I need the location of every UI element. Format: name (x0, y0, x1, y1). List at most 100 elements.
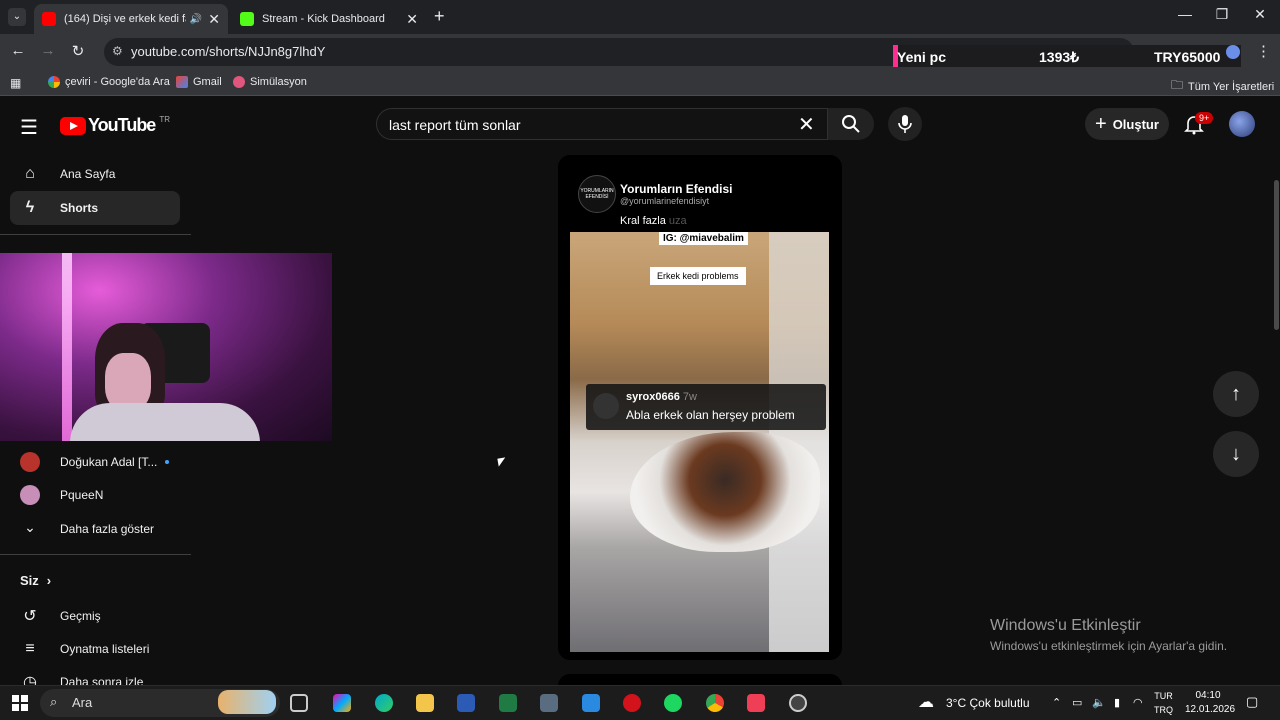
account-avatar[interactable] (1229, 111, 1255, 137)
sidebar-subscription[interactable]: Doğukan Adal [T... (20, 452, 170, 472)
search-highlight-icon (218, 690, 276, 714)
network-icon[interactable]: ◠ (1133, 696, 1143, 709)
word-icon[interactable] (457, 694, 475, 712)
channel-name: Doğukan Adal [T... (60, 455, 158, 469)
streamer-shirt (70, 403, 260, 441)
sidebar-divider (0, 554, 191, 555)
streamer-webcam (0, 253, 332, 441)
comment-age: 7w (682, 391, 697, 403)
calculator-icon[interactable] (540, 694, 558, 712)
youtube-logo[interactable]: YouTube TR (60, 115, 170, 136)
sidebar-item-playlists[interactable]: ≡ Oynatma listeleri (10, 632, 180, 666)
speaker-icon[interactable]: 🔊 (190, 14, 202, 25)
file-explorer-icon[interactable] (416, 694, 434, 712)
new-tab-button[interactable]: + (434, 6, 445, 27)
pocket-icon[interactable] (747, 694, 765, 712)
short-video[interactable]: IG: @miavebalim Erkek kedi problems syro… (570, 232, 829, 652)
minimize-icon[interactable]: — (1175, 6, 1195, 22)
back-icon[interactable]: ← (8, 42, 28, 59)
tab-list-button[interactable]: ⌄ (8, 8, 26, 26)
microphone-icon[interactable]: ▮ (1114, 696, 1120, 709)
url-text: youtube.com/shorts/NJJn8g7lhdY (131, 44, 326, 59)
show-more-button[interactable]: ⌄ Daha fazla göster (20, 519, 154, 539)
chrome-icon[interactable] (706, 694, 724, 712)
store-icon[interactable] (582, 694, 600, 712)
all-bookmarks[interactable]: 🗀 Tüm Yer İşaretleri (1171, 76, 1274, 97)
bookmark-label: çeviri - Google'da Ara (65, 76, 170, 88)
comment-user: syrox0666 (626, 391, 680, 403)
opera-icon[interactable] (623, 694, 641, 712)
windows-start-icon[interactable] (12, 695, 28, 711)
close-window-icon[interactable]: ✕ (1250, 6, 1270, 23)
youtube-play-icon (60, 116, 86, 135)
home-icon: ⌂ (25, 165, 35, 182)
copilot-icon[interactable] (333, 694, 351, 712)
next-short-button[interactable]: ↓ (1213, 431, 1259, 477)
sidebar-item-home[interactable]: ⌂ Ana Sayfa (10, 157, 180, 191)
reload-icon[interactable]: ↻ (68, 42, 88, 60)
voice-search-button[interactable] (888, 107, 922, 141)
video-cat (630, 432, 820, 552)
create-button[interactable]: + Oluştur (1085, 108, 1169, 140)
clock-time: 04:10 (1195, 690, 1221, 701)
taskbar-search[interactable]: ⌕ Ara (40, 689, 280, 717)
live-dot-icon (165, 460, 170, 464)
channel-avatar (20, 485, 40, 505)
site-info-icon[interactable]: ⚙ (112, 44, 123, 58)
tray-overflow-icon[interactable]: ⌃ (1052, 696, 1061, 709)
scrollbar-thumb[interactable] (1274, 180, 1279, 330)
taskbar-search-placeholder: Ara (72, 695, 93, 710)
chevron-down-icon: ⌄ (24, 519, 36, 535)
windows-taskbar: ⌕ Ara ☁ 3°C Çok bulutlu ⌃ ▭ 🔈 ▮ ◠ TUR TR… (0, 685, 1280, 720)
sidebar-item-history[interactable]: ↺ Geçmiş (10, 599, 180, 633)
video-comment-overlay: syrox0666 7w Abla erkek olan herşey probl… (586, 384, 826, 430)
activation-subtitle: Windows'u etkinleştirmek için Ayarlar'a … (990, 639, 1228, 653)
tab-title: Stream - Kick Dashboard (262, 13, 385, 25)
bookmark-label: Gmail (193, 76, 222, 88)
browser-menu-icon[interactable]: ⋮ (1256, 42, 1271, 60)
volume-icon[interactable]: 🔈 (1092, 696, 1106, 709)
previous-short-button[interactable]: ↑ (1213, 371, 1259, 417)
hamburger-menu-icon[interactable]: ☰ (20, 115, 38, 140)
youtube-wordmark: YouTube (88, 115, 156, 135)
clear-search-icon[interactable]: ✕ (798, 112, 815, 137)
tab-youtube[interactable]: (164) Dişi ve erkek kedi farkı 🔊 ✕ (34, 4, 228, 34)
forward-icon[interactable]: → (38, 42, 58, 59)
input-language[interactable]: TUR TRQ (1154, 689, 1173, 717)
stream-goal-overlay: Yeni pc 1393₺ TRY65000 (893, 45, 1241, 67)
search-button[interactable] (828, 108, 874, 140)
system-clock[interactable]: 04:10 12.01.2026 (1185, 689, 1235, 717)
sidebar-divider (0, 234, 191, 235)
sidebar-you-header[interactable]: Siz › (20, 573, 51, 588)
subtitle-text: Kral fazla (620, 215, 669, 227)
spotify-icon[interactable] (664, 694, 682, 712)
comment-text: Abla erkek olan herşey problem (626, 408, 795, 422)
bookmark-gmail[interactable]: Gmail (176, 76, 222, 88)
close-tab-icon[interactable]: ✕ (406, 11, 418, 28)
bookmark-simulasyon[interactable]: Simülasyon (233, 76, 307, 88)
sidebar-item-shorts[interactable]: ϟ Shorts (10, 191, 180, 225)
bookmark-google[interactable]: çeviri - Google'da Ara (48, 76, 170, 88)
short-channel-header[interactable]: YORUMLARIN EFENDİSİ Yorumların Efendisi … (578, 175, 732, 213)
maximize-icon[interactable]: ❐ (1212, 6, 1232, 23)
search-input[interactable]: last report tüm sonlar (376, 108, 828, 140)
close-tab-icon[interactable]: ✕ (208, 11, 220, 28)
tab-kick[interactable]: Stream - Kick Dashboard ✕ (232, 4, 426, 34)
lang-top: TUR (1154, 691, 1173, 701)
history-icon: ↺ (23, 608, 37, 625)
notifications-icon[interactable]: ▢ (1246, 694, 1258, 710)
apps-icon[interactable]: ▦ (10, 76, 21, 90)
goal-label: Yeni pc (897, 49, 947, 65)
obs-record-icon[interactable] (789, 694, 807, 712)
task-view-icon[interactable] (290, 694, 308, 712)
shorts-player[interactable]: YORUMLARIN EFENDİSİ Yorumların Efendisi … (558, 155, 842, 660)
weather-text[interactable]: 3°C Çok bulutlu (946, 696, 1030, 710)
excel-icon[interactable] (499, 694, 517, 712)
microphone-icon (898, 115, 912, 133)
sidebar-subscription[interactable]: PqueeN (20, 485, 103, 505)
battery-icon[interactable]: ▭ (1072, 696, 1082, 709)
channel-name: PqueeN (60, 488, 104, 502)
edge-icon[interactable] (375, 694, 393, 712)
goal-current: 1393₺ (1039, 49, 1080, 65)
search-icon: ⌕ (50, 694, 58, 709)
